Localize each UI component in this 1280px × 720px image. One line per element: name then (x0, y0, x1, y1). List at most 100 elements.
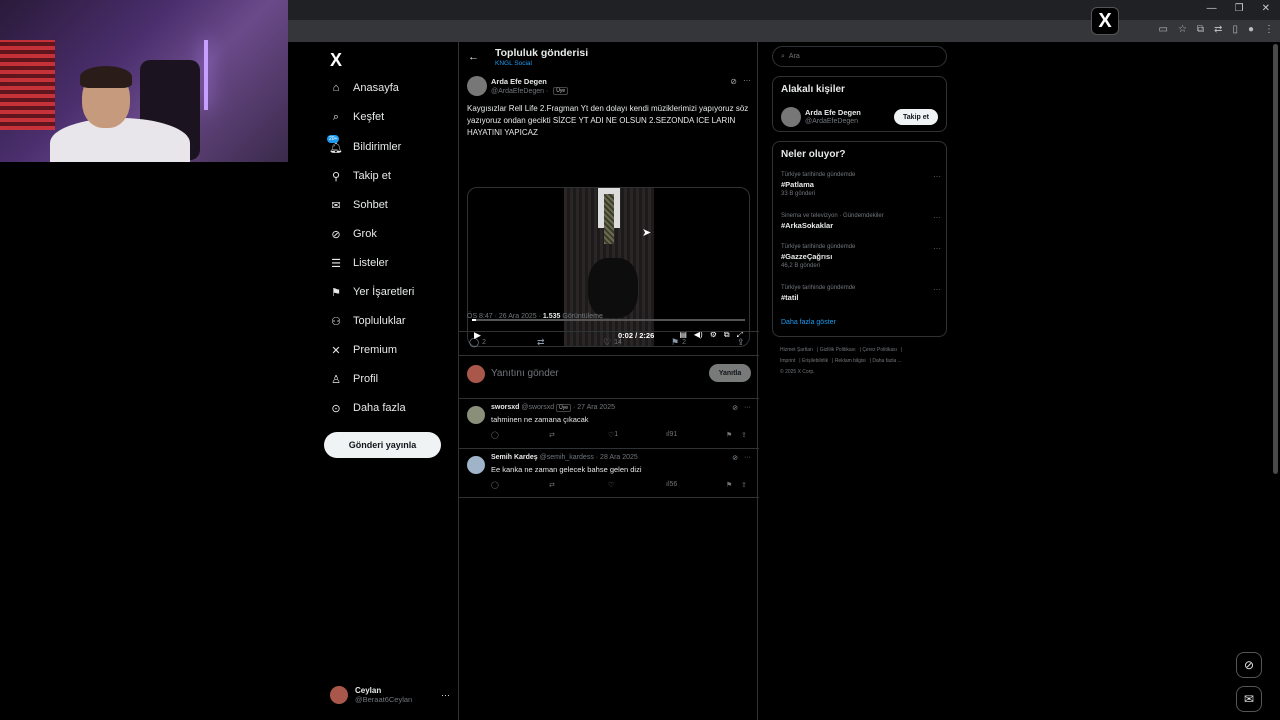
person-plus-icon: ⚲ (331, 170, 341, 183)
more-options-icon[interactable]: ··· (744, 404, 751, 412)
divider (459, 355, 759, 356)
nav-item-profile[interactable]: ♙ Profil (330, 370, 378, 388)
sidebar-icon[interactable]: ▯ (1232, 24, 1238, 35)
footer-link[interactable]: Hizmet Şartları (780, 347, 813, 353)
footer-link[interactable]: Gizlilik Politikası (820, 347, 856, 353)
bookmark-icon[interactable]: ⚑ (726, 481, 732, 489)
trend-item[interactable]: Türkiye tarihinde gündemde #Patlama 33 B… (781, 172, 941, 197)
webcam-lamp (204, 40, 208, 110)
extensions-icon[interactable]: ⧉ (1197, 24, 1204, 35)
like-action[interactable]: ♡ 1 (608, 431, 618, 439)
nav-item-grok[interactable]: ⊘ Grok (330, 225, 376, 243)
trend-item[interactable]: Türkiye tarihinde gündemde #GazzeÇağrısı… (781, 244, 941, 269)
nav-item-explore[interactable]: ⌕ Keşfet (330, 108, 384, 126)
x-logo[interactable]: X (330, 50, 342, 71)
grok-fab-icon[interactable]: ⊘ (1236, 652, 1262, 678)
show-more-link[interactable]: Daha fazla göster (781, 319, 836, 326)
footer-link[interactable]: Reklam bilgisi (835, 358, 866, 364)
post-actions: ◯ 2 ⇄ ♡ 14 ⚑ 2 ⇪ (467, 337, 749, 351)
post-author[interactable]: Arda Efe Degen (491, 77, 547, 86)
star-icon[interactable]: ☆ (1178, 24, 1187, 35)
nav-item-follow[interactable]: ⚲ Takip et (330, 167, 391, 185)
avatar[interactable] (467, 456, 485, 474)
repost-action[interactable]: ⇄ (537, 337, 545, 348)
account-switcher[interactable]: Ceylan @Beraat6Ceylan ··· (330, 686, 450, 704)
view-label: Görüntüleme (562, 313, 603, 320)
repost-icon[interactable]: ⇄ (549, 431, 555, 439)
grok-icon[interactable]: ⊘ (730, 77, 737, 86)
related-title: Alakalı kişiler (781, 84, 845, 95)
avatar[interactable] (467, 406, 485, 424)
footer-link[interactable]: Çerez Politikası (862, 347, 897, 353)
comment-handle[interactable]: @sworsxd (521, 404, 554, 411)
comment[interactable]: sworsxd @sworsxd Üye · 27 Ara 2025 ⊘ ··· … (467, 404, 751, 444)
post-handle[interactable]: @ArdaEfeDegen · (491, 88, 548, 95)
bookmark-icon[interactable]: ⚑ (726, 431, 732, 439)
footer-link[interactable]: Imprint (780, 358, 795, 364)
close-window-button[interactable]: ✕ (1262, 3, 1270, 14)
heart-icon[interactable]: ♡ (608, 481, 614, 489)
comment-date[interactable]: · 28 Ara 2025 (596, 454, 638, 461)
nav-item-premium[interactable]: ✕ Premium (330, 341, 397, 359)
comment[interactable]: Semih Kardeş @semih_kardess · 28 Ara 202… (467, 454, 751, 494)
grok-icon[interactable]: ⊘ (732, 404, 738, 412)
nav-item-more[interactable]: ⊙ Daha fazla (330, 399, 405, 417)
more-options-icon[interactable]: ··· (743, 76, 751, 85)
tab-search-icon[interactable]: ⇄ (1214, 24, 1222, 35)
related-handle[interactable]: @ArdaEfeDegen (805, 118, 858, 125)
scrollbar[interactable] (1273, 44, 1278, 474)
more-options-icon[interactable]: ··· (933, 213, 941, 222)
trend-item[interactable]: Sinema ve televizyon · Gündemdekiler #Ar… (781, 213, 941, 230)
grok-icon[interactable]: ⊘ (732, 454, 738, 462)
account-more-icon[interactable]: ··· (441, 690, 450, 700)
reply-input[interactable]: Yanıtını gönder (491, 368, 559, 379)
post-meta: ÖS 8:47 · 26 Ara 2025 · 1.535 Görüntülem… (467, 313, 603, 320)
reply-button[interactable]: Yanıtla (709, 364, 751, 382)
comment-author[interactable]: sworsxd (491, 404, 519, 411)
maximize-button[interactable]: ❐ (1235, 3, 1244, 14)
nav-item-home[interactable]: ⌂ Anasayfa (330, 79, 399, 97)
comment-date[interactable]: · 27 Ara 2025 (573, 404, 615, 411)
nav-item-communities[interactable]: ⚇ Topluluklar (330, 312, 406, 330)
reply-icon[interactable]: ◯ (491, 481, 499, 489)
community-link[interactable]: KNGL Social (495, 60, 532, 67)
repost-icon[interactable]: ⇄ (549, 481, 555, 489)
trend-item[interactable]: Türkiye tarihinde gündemde #tatil ··· (781, 285, 941, 302)
comment-author[interactable]: Semih Kardeş (491, 454, 538, 461)
back-arrow-icon[interactable]: ← (468, 51, 479, 63)
share-icon[interactable]: ⇪ (741, 481, 747, 489)
more-options-icon[interactable]: ··· (933, 244, 941, 253)
nav-item-notifications[interactable]: 🔔︎ 20+ Bildirimler (327, 135, 401, 156)
footer-link[interactable]: Erişilebilirlik (802, 358, 828, 364)
footer-link[interactable]: Daha fazla ... (872, 358, 901, 364)
bookmark-count: 2 (682, 339, 686, 346)
bookmark-action[interactable]: ⚑ 2 (671, 337, 686, 348)
related-name[interactable]: Arda Efe Degen (805, 108, 861, 117)
more-options-icon[interactable]: ··· (933, 285, 941, 294)
video-player[interactable]: ▶ 0:02 / 2:26 ▤ ◀) ⚙ ⧉ ⤢ (467, 187, 750, 347)
share-action[interactable]: ⇪ (737, 337, 745, 348)
nav-item-chat[interactable]: ✉ Sohbet (330, 196, 387, 214)
follow-button[interactable]: Takip et (894, 109, 938, 125)
avatar[interactable] (781, 107, 801, 127)
views-action[interactable]: ıl 56 (666, 481, 677, 488)
menu-dots-icon[interactable]: ⋮ (1264, 24, 1274, 35)
more-options-icon[interactable]: ··· (744, 454, 751, 462)
nav-item-lists[interactable]: ☰ Listeler (330, 254, 388, 272)
profile-icon[interactable]: ● (1248, 24, 1254, 35)
install-app-icon[interactable]: ▭ (1158, 24, 1167, 35)
avatar[interactable] (467, 76, 487, 96)
messages-fab-icon[interactable]: ✉ (1236, 686, 1262, 712)
nav-item-bookmarks[interactable]: ⚑ Yer İşaretleri (330, 283, 414, 301)
share-icon[interactable]: ⇪ (741, 431, 747, 439)
views-action[interactable]: ıl 91 (666, 431, 677, 438)
post-timestamp[interactable]: ÖS 8:47 · 26 Ara 2025 · (467, 313, 541, 320)
reply-action[interactable]: ◯ 2 (469, 337, 486, 348)
like-action[interactable]: ♡ 14 (603, 337, 622, 348)
minimize-button[interactable]: — (1207, 3, 1217, 14)
reply-icon[interactable]: ◯ (491, 431, 499, 439)
comment-handle[interactable]: @semih_kardess (540, 454, 594, 461)
post-button[interactable]: Gönderi yayınla (324, 432, 441, 458)
more-options-icon[interactable]: ··· (933, 172, 941, 181)
search-input[interactable]: ⌕ Ara (772, 46, 947, 67)
